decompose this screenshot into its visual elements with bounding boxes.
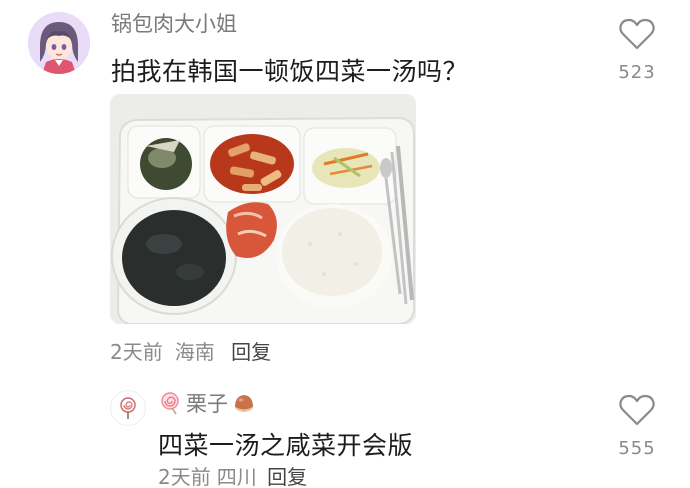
comment-location: 海南	[174, 340, 215, 364]
like-button[interactable]: 523	[612, 18, 662, 83]
like-count: 523	[618, 62, 656, 83]
reply-time: 2天前	[158, 465, 211, 488]
reply-username: 栗子	[186, 392, 228, 416]
comment-item: 锅包肉大小姐 拍我在韩国一顿饭四菜一汤吗？ 2天前 海南 回复 523	[0, 0, 690, 380]
reply-button[interactable]: 回复	[267, 465, 307, 488]
reply-text: 四菜一汤之咸菜开会版	[158, 431, 414, 460]
comment-time: 2天前	[110, 340, 163, 364]
chestnut-icon	[235, 395, 253, 412]
heart-icon	[619, 394, 655, 426]
comment-text: 拍我在韩国一顿饭四菜一汤吗？	[111, 57, 469, 86]
reply-button[interactable]: 回复	[231, 340, 271, 364]
reply-location: 四川	[216, 465, 257, 488]
comment-username[interactable]: 锅包肉大小姐	[111, 8, 237, 38]
reply-username-row[interactable]: 栗子	[158, 388, 256, 418]
like-button[interactable]: 555	[612, 394, 662, 459]
lollipop-badge-icon	[161, 392, 179, 415]
anime-girl-avatar-icon	[28, 12, 90, 74]
meal-tray-image	[110, 94, 416, 324]
meal-photo[interactable]	[110, 94, 416, 324]
avatar[interactable]	[28, 12, 90, 74]
reply-meta: 2天前 四川 回复	[158, 461, 307, 488]
comment-meta: 2天前 海南 回复	[110, 336, 277, 365]
avatar[interactable]	[110, 390, 146, 426]
heart-icon	[619, 18, 655, 50]
lollipop-icon	[120, 397, 136, 419]
reply-item: 栗子 四菜一汤之咸菜开会版 2天前 四川 回复 555	[0, 380, 690, 488]
like-count: 555	[618, 438, 656, 459]
